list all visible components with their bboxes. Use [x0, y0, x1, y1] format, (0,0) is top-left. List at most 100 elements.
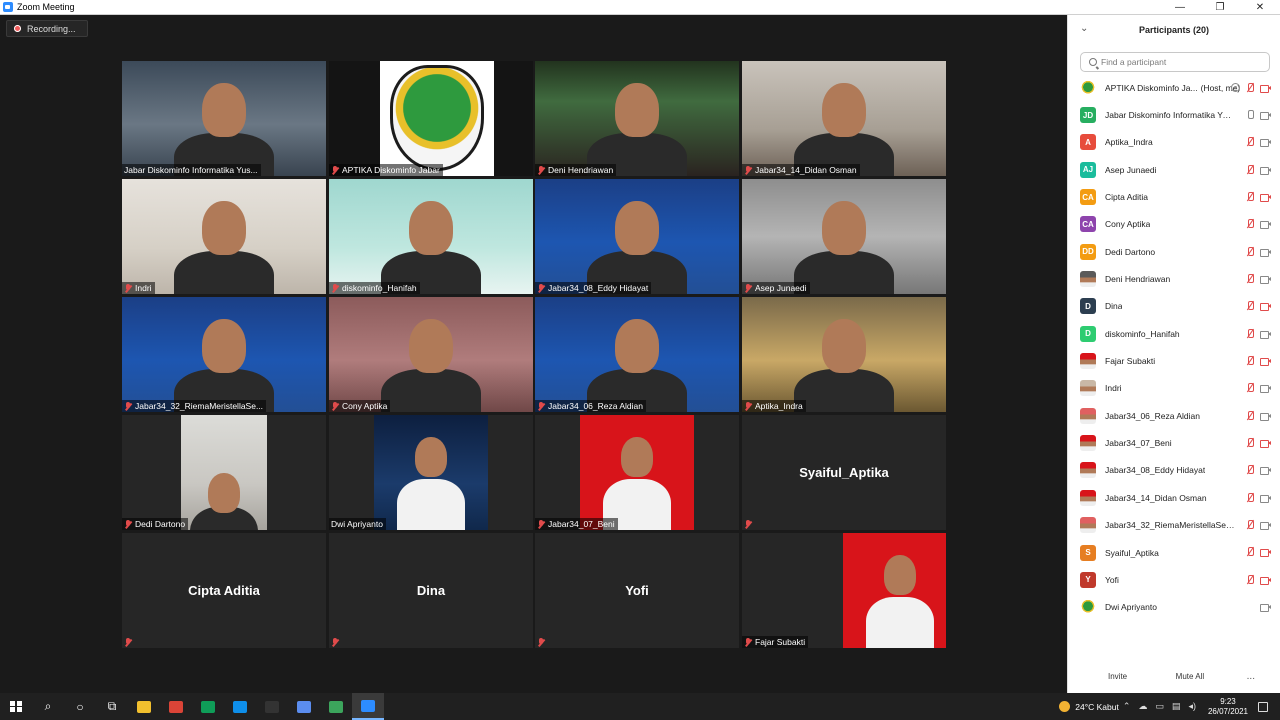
participant-row[interactable]: CA Cony Aptika — [1068, 211, 1280, 238]
participant-row[interactable]: Ddiskominfo_Hanifah — [1068, 320, 1280, 347]
video-tile[interactable]: Yofi — [535, 533, 739, 648]
mic-muted-icon[interactable] — [1246, 437, 1254, 448]
camera-icon[interactable] — [1260, 384, 1271, 394]
close-button[interactable]: ✕ — [1240, 0, 1280, 15]
mic-muted-icon[interactable] — [1246, 520, 1254, 530]
participant-row[interactable]: JD Jabar Diskominfo Informatika Yus... — [1068, 101, 1280, 128]
participant-row[interactable]: Jabar34_14_Didan Osman — [1068, 484, 1280, 511]
video-tile[interactable]: diskominfo_Hanifah — [329, 179, 533, 294]
camera-icon[interactable] — [1260, 220, 1271, 230]
camera-off-icon[interactable] — [1260, 302, 1271, 312]
mic-muted-icon[interactable] — [1246, 328, 1254, 339]
video-tile[interactable]: Jabar34_06_Reza Aldian — [535, 297, 739, 412]
more-options-button[interactable]: ... — [1247, 671, 1255, 682]
video-tile[interactable]: Dina — [329, 533, 533, 648]
cloud-icon[interactable]: ☁ — [1138, 701, 1147, 712]
clock[interactable]: 9:23 26/07/2021 — [1208, 697, 1248, 717]
battery-icon[interactable]: ▭ — [1155, 701, 1164, 712]
participant-row[interactable]: Jabar34_07_Beni — [1068, 429, 1280, 456]
participant-row[interactable]: Jabar34_06_Reza Aldian — [1068, 402, 1280, 429]
mic-muted-icon[interactable] — [1246, 465, 1254, 475]
mic-muted-icon[interactable] — [1246, 191, 1254, 202]
mic-icon[interactable] — [1246, 109, 1254, 120]
camera-icon[interactable] — [1260, 330, 1271, 339]
camera-off-icon[interactable] — [1260, 439, 1271, 448]
participant-row[interactable]: CA Cipta Aditia — [1068, 183, 1280, 210]
mic-muted-icon[interactable] — [1246, 164, 1254, 175]
mic-muted-icon[interactable] — [1246, 383, 1254, 393]
video-tile[interactable]: Syaiful_Aptika — [742, 415, 946, 530]
camera-icon[interactable] — [1260, 248, 1271, 257]
search-taskbar-button[interactable]: ⌕ — [32, 693, 64, 720]
camera-off-icon[interactable] — [1260, 576, 1271, 585]
weather-icon[interactable] — [1059, 701, 1071, 712]
participant-row[interactable]: AJ Asep Junaedi — [1068, 156, 1280, 183]
video-tile[interactable]: Fajar Subakti — [742, 533, 946, 648]
maximize-button[interactable]: ❐ — [1200, 0, 1240, 15]
participant-row[interactable]: Fajar Subakti — [1068, 347, 1280, 374]
video-tile[interactable]: APTIKA Diskominfo Jabar — [329, 61, 533, 176]
taskbar-app-app-green[interactable] — [320, 693, 352, 720]
notification-icon[interactable] — [1258, 701, 1268, 712]
recording-indicator[interactable]: Recording... — [6, 20, 88, 37]
participant-row[interactable]: D Dina — [1068, 293, 1280, 320]
video-tile[interactable]: Dedi Dartono — [122, 415, 326, 530]
cortana-button[interactable]: ○ — [64, 693, 96, 720]
camera-off-icon[interactable] — [1260, 357, 1271, 366]
search-input[interactable]: Find a participant — [1080, 52, 1270, 72]
participant-row[interactable]: S Syaiful_Aptika — [1068, 539, 1280, 566]
participant-row[interactable]: DD Dedi Dartono — [1068, 238, 1280, 265]
video-tile[interactable]: Indri — [122, 179, 326, 294]
taskbar-app-network-tool[interactable] — [288, 693, 320, 720]
video-tile[interactable]: Jabar34_32_RiemaMeristellaSe... — [122, 297, 326, 412]
mic-muted-icon[interactable] — [1246, 219, 1254, 229]
camera-icon[interactable] — [1260, 494, 1271, 503]
video-tile[interactable]: Jabar Diskominfo Informatika Yus... — [122, 61, 326, 176]
camera-off-icon[interactable] — [1260, 84, 1271, 93]
mute-all-button[interactable]: Mute All — [1170, 669, 1210, 684]
video-tile[interactable]: Dwi Apriyanto — [329, 415, 533, 530]
participant-row[interactable]: Y Yofi — [1068, 566, 1280, 593]
camera-icon[interactable] — [1260, 111, 1271, 120]
participant-row[interactable]: Deni Hendriawan — [1068, 265, 1280, 292]
participant-row[interactable]: Indri — [1068, 375, 1280, 402]
mic-muted-icon[interactable] — [1246, 301, 1254, 311]
camera-off-icon[interactable] — [1260, 193, 1271, 202]
camera-icon[interactable] — [1260, 138, 1271, 148]
participant-row[interactable]: Jabar34_08_Eddy Hidayat — [1068, 457, 1280, 484]
video-tile[interactable]: Cony Aptika — [329, 297, 533, 412]
participant-row[interactable]: A Aptika_Indra — [1068, 129, 1280, 156]
volume-icon[interactable]: ◂) — [1188, 701, 1196, 712]
taskbar-app-teamviewer[interactable] — [224, 693, 256, 720]
participant-row[interactable]: Dwi Apriyanto — [1068, 594, 1280, 621]
camera-icon[interactable] — [1260, 521, 1271, 530]
camera-icon[interactable] — [1260, 412, 1271, 421]
mic-muted-icon[interactable] — [1246, 273, 1254, 284]
camera-icon[interactable] — [1260, 466, 1271, 476]
taskbar-app-terminal[interactable] — [256, 693, 288, 720]
taskbar-app-file-explorer[interactable] — [128, 693, 160, 720]
mic-muted-icon[interactable] — [1246, 246, 1254, 257]
participant-row[interactable]: APTIKA Diskominfo Ja... (Host, me) — [1068, 74, 1280, 101]
mic-muted-icon[interactable] — [1246, 137, 1254, 147]
task-view-button[interactable]: ⧉ — [96, 693, 128, 720]
mic-muted-icon[interactable] — [1246, 355, 1254, 366]
video-tile[interactable]: Cipta Aditia — [122, 533, 326, 648]
chevron-up-icon[interactable]: ⌃ — [1123, 701, 1131, 712]
video-tile[interactable]: Jabar34_08_Eddy Hidayat — [535, 179, 739, 294]
taskbar-app-chrome-2[interactable] — [192, 693, 224, 720]
invite-button[interactable]: Invite — [1102, 669, 1133, 684]
video-tile[interactable]: Jabar34_07_Beni — [535, 415, 739, 530]
mic-muted-icon[interactable] — [1246, 574, 1254, 585]
video-tile[interactable]: Jabar34_14_Didan Osman — [742, 61, 946, 176]
weather-text[interactable]: 24°C Kabut — [1075, 702, 1119, 712]
start-button[interactable] — [0, 693, 32, 720]
mic-muted-icon[interactable] — [1246, 410, 1254, 421]
camera-icon[interactable] — [1260, 275, 1271, 284]
camera-off-icon[interactable] — [1260, 548, 1271, 558]
taskbar-app-zoom[interactable] — [352, 693, 384, 720]
camera-icon[interactable] — [1260, 603, 1271, 613]
mic-muted-icon[interactable] — [1246, 492, 1254, 503]
video-tile[interactable]: Asep Junaedi — [742, 179, 946, 294]
mic-muted-icon[interactable] — [1246, 547, 1254, 557]
